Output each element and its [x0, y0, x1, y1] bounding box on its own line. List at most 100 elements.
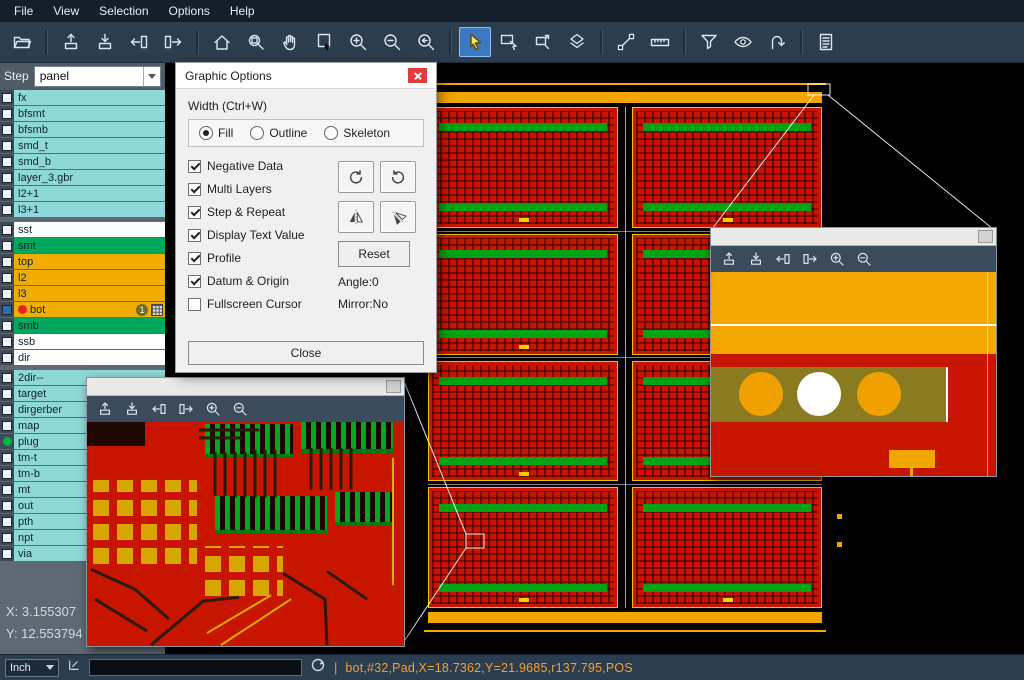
arrow-left-box-button[interactable]	[773, 249, 793, 269]
layer-row-top[interactable]: top	[0, 254, 165, 269]
zoom2-titlebar[interactable]	[711, 228, 996, 246]
layer-name-cell[interactable]: smd_b	[14, 154, 165, 169]
layer-name-cell[interactable]: l2	[14, 270, 165, 285]
arrow-right-box-button[interactable]	[800, 249, 820, 269]
menu-help[interactable]: Help	[220, 1, 265, 21]
layer-visibility-checkbox[interactable]	[0, 154, 14, 169]
layer-name-cell[interactable]: layer_3.gbr	[14, 170, 165, 185]
layer-visibility-checkbox[interactable]	[0, 370, 14, 385]
report-list-button[interactable]	[810, 27, 842, 57]
arrow-down-box-button[interactable]	[746, 249, 766, 269]
checkbox-fullscreen-cursor[interactable]: Fullscreen Cursor	[188, 297, 338, 311]
layer-visibility-checkbox[interactable]	[0, 334, 14, 349]
layer-row-ssb[interactable]: ssb	[0, 334, 165, 349]
layer-name-cell[interactable]: ssb	[14, 334, 165, 349]
pcb-board[interactable]	[428, 234, 618, 355]
layer-visibility-checkbox[interactable]	[0, 186, 14, 201]
zoom-out-button[interactable]	[854, 249, 874, 269]
layer-visibility-checkbox[interactable]	[0, 270, 14, 285]
layer-visibility-checkbox[interactable]	[0, 434, 14, 449]
layer-name-cell[interactable]: bfsmt	[14, 106, 165, 121]
pcb-board[interactable]	[428, 107, 618, 228]
view-sheet-button[interactable]	[308, 27, 340, 57]
layer-visibility-checkbox[interactable]	[0, 514, 14, 529]
layer-visibility-checkbox[interactable]	[0, 170, 14, 185]
mirror-vertical-button[interactable]	[338, 201, 374, 233]
layer-row-bot[interactable]: bot1	[0, 302, 165, 317]
rotate-cw-button[interactable]	[338, 161, 374, 193]
menu-file[interactable]: File	[4, 1, 43, 21]
highlight-eye-button[interactable]	[727, 27, 759, 57]
layer-name-cell[interactable]: top	[14, 254, 165, 269]
layer-visibility-checkbox[interactable]	[0, 302, 14, 317]
mirror-diagonal-button[interactable]	[380, 201, 416, 233]
arrow-left-box-button[interactable]	[123, 27, 155, 57]
layer-name-cell[interactable]: smt	[14, 238, 165, 253]
layer-visibility-checkbox[interactable]	[0, 350, 14, 365]
arrow-up-box-button[interactable]	[95, 399, 115, 419]
layer-visibility-checkbox[interactable]	[0, 418, 14, 433]
arrow-right-box-button[interactable]	[157, 27, 189, 57]
zoom-previous-button[interactable]	[410, 27, 442, 57]
layer-name-cell[interactable]: smd_t	[14, 138, 165, 153]
arrow-up-box-button[interactable]	[55, 27, 87, 57]
layer-name-cell[interactable]: bot1	[14, 302, 165, 317]
step-select[interactable]: panel	[34, 66, 161, 87]
layer-name-cell[interactable]: fx	[14, 90, 165, 105]
layer-visibility-checkbox[interactable]	[0, 386, 14, 401]
zoom-out-button[interactable]	[230, 399, 250, 419]
zoom-window-2[interactable]	[710, 227, 997, 477]
layer-row-dir[interactable]: dir	[0, 350, 165, 365]
arrow-down-box-button[interactable]	[89, 27, 121, 57]
checkbox-multi-layers[interactable]: Multi Layers	[188, 182, 338, 196]
arrow-up-box-button[interactable]	[719, 249, 739, 269]
select-window-button[interactable]	[493, 27, 525, 57]
layer-visibility-checkbox[interactable]	[0, 122, 14, 137]
layer-visibility-checkbox[interactable]	[0, 402, 14, 417]
layer-row-l3+1[interactable]: l3+1	[0, 202, 165, 217]
menu-options[interactable]: Options	[159, 1, 220, 21]
close-button[interactable]: Close	[188, 341, 424, 365]
checkbox-negative-data[interactable]: Negative Data	[188, 159, 338, 173]
pcb-board[interactable]	[632, 487, 822, 608]
close-icon[interactable]	[408, 68, 427, 83]
layers-diamond-button[interactable]	[561, 27, 593, 57]
home-button[interactable]	[206, 27, 238, 57]
layer-visibility-checkbox[interactable]	[0, 202, 14, 217]
filter-funnel-button[interactable]	[693, 27, 725, 57]
layer-visibility-checkbox[interactable]	[0, 450, 14, 465]
window-button-icon[interactable]	[386, 380, 401, 393]
zoom-in-button[interactable]	[827, 249, 847, 269]
zoom-in-button[interactable]	[203, 399, 223, 419]
zoom-window-button[interactable]	[240, 27, 272, 57]
layer-visibility-checkbox[interactable]	[0, 238, 14, 253]
select-transform-button[interactable]	[527, 27, 559, 57]
measure-ruler-button[interactable]	[644, 27, 676, 57]
undo-uturn-button[interactable]	[761, 27, 793, 57]
menu-selection[interactable]: Selection	[89, 1, 158, 21]
open-folder-button[interactable]	[6, 27, 38, 57]
layer-row-smd_t[interactable]: smd_t	[0, 138, 165, 153]
layer-visibility-checkbox[interactable]	[0, 254, 14, 269]
layer-row-l3[interactable]: l3	[0, 286, 165, 301]
layer-name-cell[interactable]: sst	[14, 222, 165, 237]
rotate-ccw-button[interactable]	[380, 161, 416, 193]
layer-row-smt[interactable]: smt	[0, 238, 165, 253]
layer-name-cell[interactable]: bfsmb	[14, 122, 165, 137]
checkbox-datum-origin[interactable]: Datum & Origin	[188, 274, 338, 288]
layer-visibility-checkbox[interactable]	[0, 546, 14, 561]
layer-row-layer_3.gbr[interactable]: layer_3.gbr	[0, 170, 165, 185]
layer-row-smb[interactable]: smb	[0, 318, 165, 333]
checkbox-step-repeat[interactable]: Step & Repeat	[188, 205, 338, 219]
zoom-out-button[interactable]	[376, 27, 408, 57]
window-button-icon[interactable]	[978, 230, 993, 243]
layer-visibility-checkbox[interactable]	[0, 138, 14, 153]
radio-fill[interactable]: Fill	[199, 126, 233, 140]
layer-row-bfsmb[interactable]: bfsmb	[0, 122, 165, 137]
layer-visibility-checkbox[interactable]	[0, 482, 14, 497]
layer-row-fx[interactable]: fx	[0, 90, 165, 105]
layer-row-sst[interactable]: sst	[0, 222, 165, 237]
arrow-left-box-button[interactable]	[149, 399, 169, 419]
zoom-in-button[interactable]	[342, 27, 374, 57]
zoom-window-1[interactable]	[86, 377, 405, 647]
